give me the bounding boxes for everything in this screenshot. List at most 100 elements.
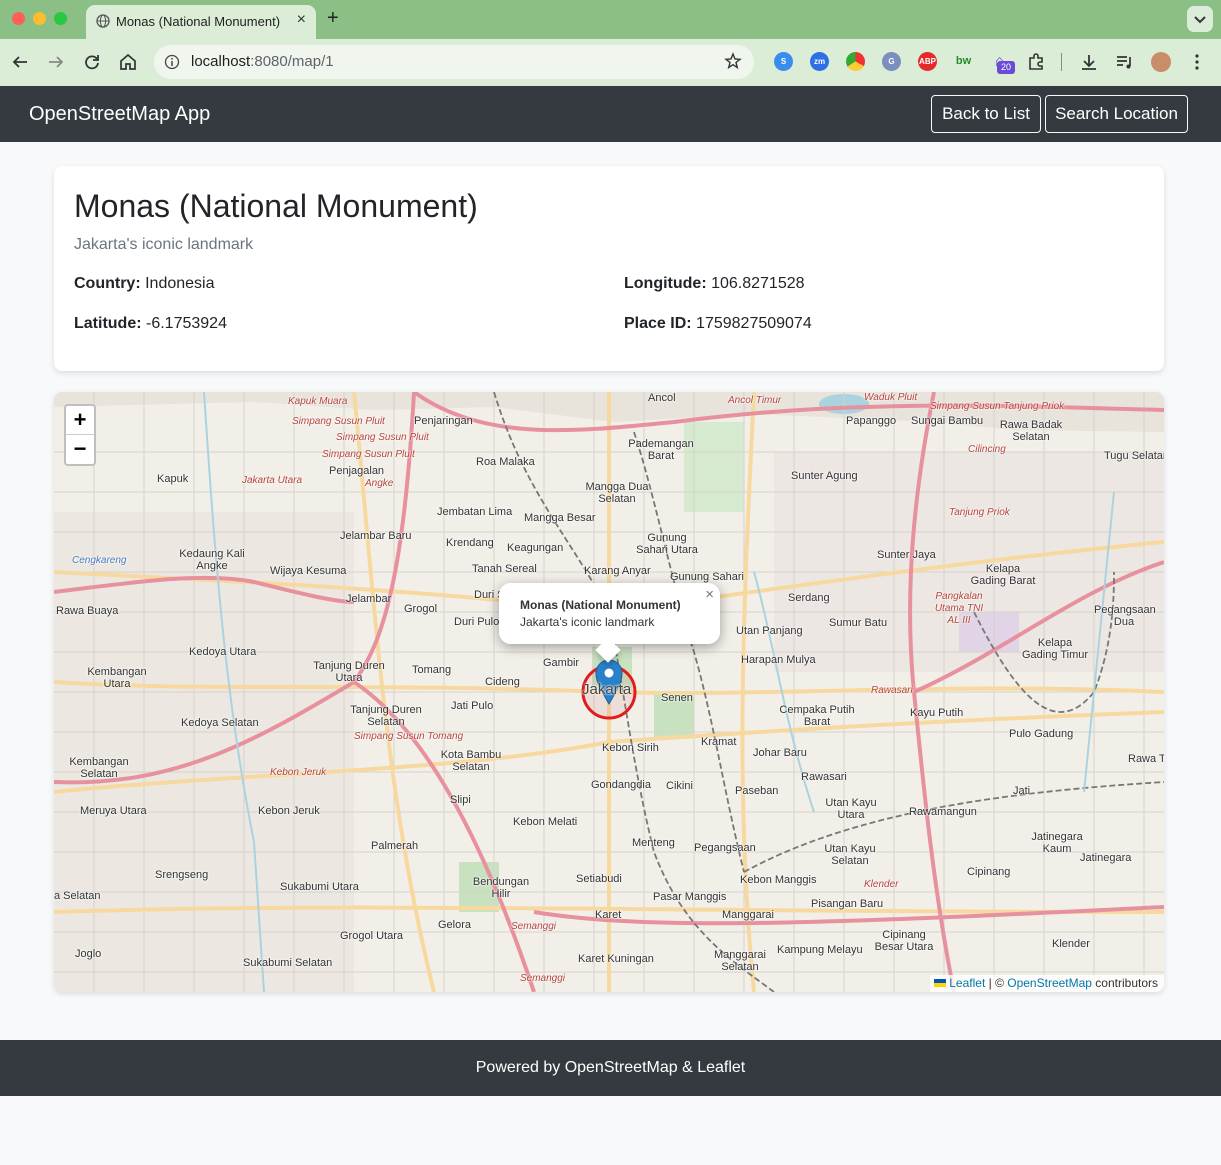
osm-link[interactable]: OpenStreetMap <box>1007 976 1092 990</box>
bw-extension-icon[interactable]: bw <box>954 52 973 71</box>
leaflet-link[interactable]: Leaflet <box>949 976 985 990</box>
zoom-extension-icon[interactable]: zm <box>810 52 829 71</box>
extension-icon[interactable]: S <box>774 52 793 71</box>
map-label: Gunung Sahari <box>670 571 744 583</box>
map-label: Senen <box>661 692 693 704</box>
tab-title: Monas (National Monument) <box>116 14 281 29</box>
map-label: Pademangan Barat <box>628 438 694 462</box>
forward-arrow-icon[interactable] <box>45 51 67 73</box>
map-attribution: Leaflet | © OpenStreetMap contributors <box>930 975 1164 992</box>
map-label: Ancol <box>648 392 676 404</box>
map-label: Kota Bambu Selatan <box>440 749 502 773</box>
more-vert-icon[interactable] <box>1186 51 1208 73</box>
download-icon[interactable] <box>1078 51 1100 73</box>
map-label: Krendang <box>446 537 494 549</box>
map-label: Rawa T <box>1128 753 1164 765</box>
latitude-field: Latitude: -6.1753924 <box>74 315 227 332</box>
map-label: Rawa Badak Selatan <box>999 419 1063 443</box>
map-label: Kedaung Kali Angke <box>179 548 245 572</box>
reload-icon[interactable] <box>81 51 103 73</box>
new-tab-icon[interactable]: + <box>327 7 339 30</box>
map-label: Setiabudi <box>576 873 622 885</box>
app-brand[interactable]: OpenStreetMap App <box>29 103 210 126</box>
ukraine-flag-icon <box>934 979 947 987</box>
map-label: Jati Pulo <box>451 700 494 712</box>
browser-tab[interactable]: Monas (National Monument) × <box>86 5 316 39</box>
map-label: Kembangan Selatan <box>69 756 129 780</box>
map-label: Sukabumi Selatan <box>243 957 333 969</box>
map-label: Gambir <box>543 657 580 669</box>
road-label: Kapuk Muara <box>288 396 348 407</box>
map-label: a Selatan <box>54 890 101 902</box>
map-label: Kampung Melayu <box>777 944 863 956</box>
map-label: Tugu Selatan <box>1104 450 1164 462</box>
map-label: Pasar Manggis <box>653 891 727 903</box>
map-label: Tomang <box>412 664 452 676</box>
road-label: Cilincing <box>968 444 1006 455</box>
url-text: localhost:8080/map/1 <box>191 53 334 70</box>
map-label: Pulo Gadung <box>1009 728 1074 740</box>
map-label: Jati <box>1013 785 1031 797</box>
road-label: Rawasari <box>871 685 913 696</box>
road-label: Kebon Jeruk <box>270 767 327 778</box>
place-info-card: Monas (National Monument) Jakarta's icon… <box>54 166 1164 371</box>
map-label: Slipi <box>450 794 471 806</box>
map-label: Gondangdia <box>591 779 651 791</box>
map-label: Serdang <box>788 592 830 604</box>
map-label: Kelapa Gading Timur <box>1021 637 1089 661</box>
map-label: Wijaya Kesuma <box>270 565 347 577</box>
window-maximize-button[interactable] <box>54 12 67 25</box>
map-label: Cipinang <box>967 866 1011 878</box>
extension-icon[interactable]: G <box>882 52 901 71</box>
map-label: Utan Panjang <box>736 625 803 637</box>
map-container[interactable]: Ancol Penjaringan Pademangan Barat Papan… <box>54 392 1164 992</box>
map-label: Meruya Utara <box>80 805 147 817</box>
map-label: Utan Kayu Utara <box>825 797 877 821</box>
country-field: Country: Indonesia <box>74 275 215 292</box>
chevron-down-icon <box>1194 16 1206 24</box>
window-close-button[interactable] <box>12 12 25 25</box>
map-label: Jembatan Lima <box>437 506 513 518</box>
puzzle-icon[interactable] <box>1025 51 1047 73</box>
map-label: Jelambar Baru <box>340 530 412 542</box>
map-label: Kembangan Utara <box>87 666 147 690</box>
app-navbar: OpenStreetMap App Back to List Search Lo… <box>0 86 1221 142</box>
map-label: Kedoya Utara <box>189 646 257 658</box>
tab-search-button[interactable] <box>1187 6 1213 32</box>
back-arrow-icon[interactable] <box>9 51 31 73</box>
map-label: Jatinegara <box>1080 852 1132 864</box>
road-label: Waduk Pluit <box>864 392 918 403</box>
search-location-button[interactable]: Search Location <box>1045 95 1188 133</box>
color-extension-icon[interactable] <box>846 52 865 71</box>
home-icon[interactable] <box>117 51 139 73</box>
back-to-list-button[interactable]: Back to List <box>931 95 1041 133</box>
road-label: Pangkalan Utama TNI AL III <box>934 591 984 626</box>
page-footer: Powered by OpenStreetMap & Leaflet <box>0 1040 1221 1096</box>
tab-close-icon[interactable]: × <box>297 11 306 29</box>
road-label: Semanggi <box>520 973 566 984</box>
profile-avatar[interactable] <box>1151 52 1171 72</box>
adblock-icon[interactable]: ABP <box>918 52 937 71</box>
media-icon[interactable] <box>1114 51 1136 73</box>
map-label: Manggarai Selatan <box>714 949 766 973</box>
map-label: Sukabumi Utara <box>280 881 359 893</box>
bookmark-star-icon[interactable] <box>724 52 742 70</box>
popup-close-icon[interactable]: × <box>705 586 714 603</box>
road-label: Semanggi <box>511 921 557 932</box>
zoom-out-button[interactable]: − <box>66 435 94 464</box>
road-label: Simpang Susun Tomang <box>354 731 464 742</box>
road-label: Simpang Susun Tanjung Priok <box>930 401 1065 412</box>
site-info-icon[interactable] <box>164 54 180 70</box>
map-label: Pegangsaan <box>694 842 756 854</box>
zoom-in-button[interactable]: + <box>66 406 94 435</box>
map-label: Kramat <box>701 736 737 748</box>
address-bar[interactable]: localhost:8080/map/1 <box>154 45 754 79</box>
map-label: Kelapa Gading Barat <box>970 563 1036 587</box>
browser-toolbar: localhost:8080/map/1 S zm G ABP bw ⌂ 20 <box>0 39 1221 86</box>
window-minimize-button[interactable] <box>33 12 46 25</box>
map-label: Penjagalan <box>329 465 385 477</box>
city-label: Jakarta <box>582 681 632 698</box>
map-label: Cideng <box>485 676 520 688</box>
footer-text: Powered by OpenStreetMap & Leaflet <box>475 1059 746 1076</box>
map-label: Cipinang Besar Utara <box>874 929 934 953</box>
